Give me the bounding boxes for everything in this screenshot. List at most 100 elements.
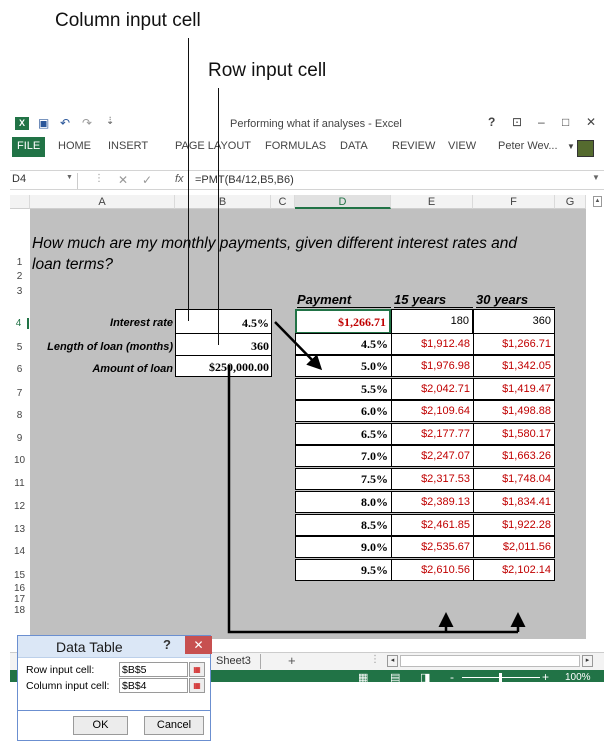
rate-cell[interactable]: 5.0% [295, 355, 392, 377]
30-years-header[interactable]: 30 years [476, 292, 555, 308]
tab-formulas[interactable]: FORMULAS [265, 140, 326, 152]
payment-15yr-cell[interactable]: $2,109.64 [391, 400, 474, 422]
rate-cell[interactable]: 6.5% [295, 423, 392, 445]
payment-30yr-cell[interactable]: $1,663.26 [473, 445, 555, 467]
15-years-header[interactable]: 15 years [394, 292, 473, 308]
term-15-cell[interactable]: 180 [391, 309, 473, 334]
tab-insert[interactable]: INSERT [108, 140, 148, 152]
insert-function-icon[interactable]: fx [175, 173, 184, 185]
save-icon[interactable]: ▣ [38, 116, 49, 130]
payment-formula-cell[interactable]: $1,266.71 [295, 309, 391, 334]
column-header-g[interactable]: G [555, 195, 586, 209]
row-header-17[interactable]: 17 [10, 594, 29, 605]
zoom-in-button[interactable]: + [542, 670, 549, 682]
row-header-15[interactable]: 15 [10, 570, 29, 581]
payment-30yr-cell[interactable]: $1,580.17 [473, 423, 555, 445]
rate-cell[interactable]: 7.5% [295, 468, 392, 490]
scroll-up-arrow[interactable]: ▲ [593, 196, 602, 207]
interest-rate-label[interactable]: Interest rate [30, 317, 173, 329]
formula-input[interactable]: =PMT(B4/12,B5,B6) [195, 174, 294, 186]
column-header-e[interactable]: E [391, 195, 473, 209]
user-dropdown-icon[interactable]: ▼ [567, 142, 575, 151]
zoom-out-button[interactable]: - [450, 670, 454, 682]
row-input-field[interactable] [119, 662, 188, 677]
loan-length-label[interactable]: Length of loan (months) [30, 341, 173, 353]
rate-cell[interactable]: 4.5% [295, 333, 392, 355]
new-sheet-icon[interactable]: + [288, 653, 296, 668]
column-header-f[interactable]: F [473, 195, 555, 209]
horizontal-scrollbar[interactable] [400, 655, 580, 667]
row-header-3[interactable]: 3 [10, 286, 29, 297]
loan-amount-cell[interactable]: $250,000.00 [175, 355, 272, 377]
row-header-7[interactable]: 7 [10, 388, 29, 399]
column-collapse-dialog-icon[interactable]: ▦ [189, 678, 205, 693]
row-header-8[interactable]: 8 [10, 410, 29, 421]
row-header-12[interactable]: 12 [10, 501, 29, 512]
customize-qat-icon[interactable]: ⇣ [106, 116, 114, 127]
row-header-5[interactable]: 5 [10, 342, 29, 353]
page-break-view-icon[interactable]: ◨ [420, 671, 430, 682]
minimize-button[interactable]: – [538, 115, 545, 129]
rate-cell[interactable]: 8.5% [295, 514, 392, 536]
row-header-1[interactable]: 1 [10, 257, 29, 268]
rate-cell[interactable]: 9.0% [295, 536, 392, 558]
column-input-field[interactable] [119, 678, 188, 693]
tab-home[interactable]: HOME [58, 140, 91, 152]
payment-30yr-cell[interactable]: $1,748.04 [473, 468, 555, 490]
scroll-left-icon[interactable]: ◂ [387, 655, 398, 667]
tab-page-layout[interactable]: PAGE LAYOUT [175, 140, 251, 152]
user-name[interactable]: Peter Wev... [498, 140, 558, 152]
tab-data[interactable]: DATA [340, 140, 368, 152]
column-header-a[interactable]: A [30, 195, 175, 209]
row-collapse-dialog-icon[interactable]: ▦ [189, 662, 205, 677]
column-header-c[interactable]: C [271, 195, 295, 209]
payment-30yr-cell[interactable]: $1,266.71 [473, 333, 555, 355]
interest-rate-cell[interactable]: 4.5% [175, 309, 272, 334]
help-icon[interactable]: ? [488, 115, 495, 129]
ribbon-display-icon[interactable]: ⊡ [512, 115, 522, 129]
sheet-heading[interactable]: How much are my monthly payments, given … [32, 233, 542, 275]
payment-30yr-cell[interactable]: $1,922.28 [473, 514, 555, 536]
expand-formula-bar-icon[interactable]: ▼ [592, 173, 600, 182]
dialog-close-button[interactable]: ✕ [185, 636, 212, 654]
zoom-level[interactable]: 100% [565, 672, 591, 682]
row-header-14[interactable]: 14 [10, 546, 29, 557]
term-30-cell[interactable]: 360 [473, 309, 555, 334]
payment-15yr-cell[interactable]: $2,461.85 [391, 514, 474, 536]
redo-icon[interactable]: ↷ [82, 116, 92, 130]
payment-15yr-cell[interactable]: $1,976.98 [391, 355, 474, 377]
row-header-9[interactable]: 9 [10, 433, 29, 444]
enter-entry-icon[interactable]: ✓ [142, 173, 152, 187]
column-header-b[interactable]: B [175, 195, 271, 209]
payment-15yr-cell[interactable]: $2,177.77 [391, 423, 474, 445]
tab-view[interactable]: VIEW [448, 140, 476, 152]
column-header-d[interactable]: D [295, 195, 391, 209]
scroll-right-icon[interactable]: ▸ [582, 655, 593, 667]
payment-15yr-cell[interactable]: $2,317.53 [391, 468, 474, 490]
row-header-18[interactable]: 18 [10, 605, 29, 616]
payment-header[interactable]: Payment [297, 292, 391, 308]
loan-length-cell[interactable]: 360 [175, 333, 272, 356]
payment-30yr-cell[interactable]: $1,342.05 [473, 355, 555, 377]
page-layout-view-icon[interactable]: ▤ [390, 671, 400, 682]
rate-cell[interactable]: 5.5% [295, 378, 392, 400]
payment-30yr-cell[interactable]: $1,498.88 [473, 400, 555, 422]
loan-amount-label[interactable]: Amount of loan [30, 363, 173, 375]
payment-30yr-cell[interactable]: $2,102.14 [473, 559, 555, 581]
payment-15yr-cell[interactable]: $2,610.56 [391, 559, 474, 581]
row-header-13[interactable]: 13 [10, 524, 29, 535]
row-header-6[interactable]: 6 [10, 364, 29, 375]
cancel-entry-icon[interactable]: ✕ [118, 173, 128, 187]
row-header-4[interactable]: 4 [10, 318, 29, 329]
normal-view-icon[interactable]: ▦ [358, 671, 368, 682]
dialog-title-bar[interactable]: Data Table ? ✕ [18, 636, 212, 658]
avatar[interactable] [577, 140, 594, 157]
payment-15yr-cell[interactable]: $2,247.07 [391, 445, 474, 467]
zoom-slider-thumb[interactable] [499, 673, 502, 682]
rate-cell[interactable]: 8.0% [295, 491, 392, 513]
payment-30yr-cell[interactable]: $1,419.47 [473, 378, 555, 400]
cancel-button[interactable]: Cancel [144, 716, 204, 735]
rate-cell[interactable]: 7.0% [295, 445, 392, 467]
maximize-button[interactable]: □ [562, 115, 569, 129]
rate-cell[interactable]: 9.5% [295, 559, 392, 581]
